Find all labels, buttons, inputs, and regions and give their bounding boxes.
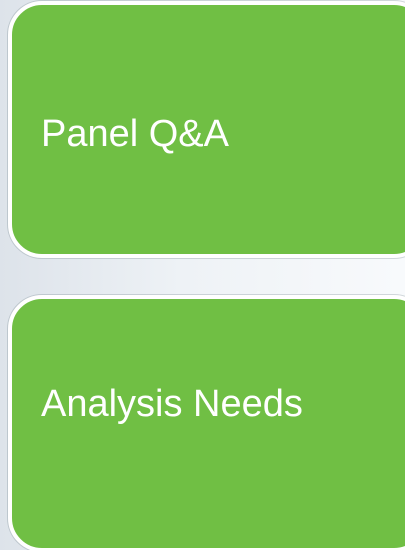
panel-qa-card: Panel Q&A [8,1,405,258]
analysis-needs-card: Analysis Needs [8,295,405,550]
panel-qa-label: Panel Q&A [41,113,229,155]
slide-background: Panel Q&A Analysis Needs [0,0,405,550]
analysis-needs-label: Analysis Needs [41,383,303,425]
